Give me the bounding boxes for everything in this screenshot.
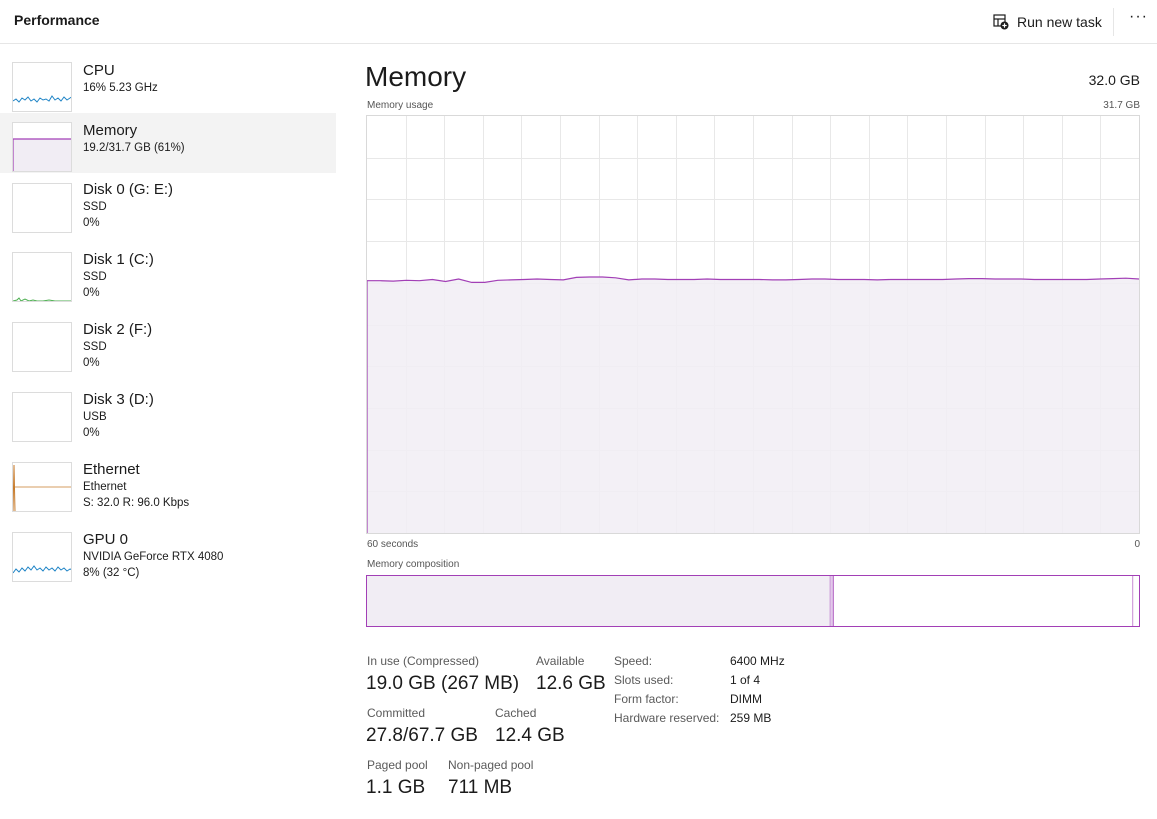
sidebar-item-name: CPU — [83, 62, 115, 79]
sidebar-item-detail: 8% (32 °C) — [83, 567, 140, 579]
cached-label: Cached — [495, 706, 537, 720]
time-axis-left: 60 seconds — [367, 539, 419, 550]
memory-thumbnail — [12, 122, 72, 172]
disk-2-thumbnail — [12, 322, 72, 372]
disk-3-thumbnail — [12, 392, 72, 442]
sidebar-item-detail: USB — [83, 411, 107, 423]
sidebar-item-name: Disk 1 (C:) — [83, 251, 154, 268]
header-divider — [1113, 8, 1114, 36]
memory-usage-chart — [366, 116, 1140, 533]
form-factor-label: Form factor: — [614, 692, 679, 706]
run-new-task-button[interactable]: Run new task — [993, 11, 1102, 33]
sidebar-item-cpu[interactable]: CPU 16% 5.23 GHz — [0, 53, 336, 113]
sidebar-item-detail: 0% — [83, 427, 100, 439]
sidebar-item-detail: 16% 5.23 GHz — [83, 82, 158, 94]
available-value: 12.6 GB — [536, 673, 606, 694]
slots-used-value: 1 of 4 — [730, 673, 761, 687]
header: Performance Run new task ··· — [0, 0, 1157, 44]
sidebar-item-disk-0[interactable]: Disk 0 (G: E:) SSD 0% — [0, 173, 336, 233]
cached-value: 12.4 GB — [495, 725, 565, 746]
page-title: Performance — [14, 12, 100, 28]
task-add-icon — [993, 14, 1009, 30]
sidebar-item-detail: SSD — [83, 341, 107, 353]
memory-composition-chart — [367, 576, 1134, 626]
sidebar-item-ethernet[interactable]: Ethernet Ethernet S: 32.0 R: 96.0 Kbps — [0, 453, 336, 513]
gpu-0-thumbnail — [12, 532, 72, 582]
sidebar-item-name: Disk 0 (G: E:) — [83, 181, 174, 198]
sidebar-item-detail: S: 32.0 R: 96.0 Kbps — [83, 497, 190, 509]
sidebar-item-detail: 19.2/31.7 GB (61%) — [83, 142, 185, 154]
disk-0-thumbnail — [12, 183, 72, 233]
memory-usage-label: Memory usage — [367, 100, 434, 111]
paged-pool-value: 1.1 GB — [366, 777, 426, 798]
paged-pool-label: Paged pool — [367, 758, 428, 772]
form-factor-value: DIMM — [730, 692, 762, 706]
sidebar-item-detail: 0% — [83, 287, 100, 299]
memory-usage-max: 31.7 GB — [1103, 100, 1140, 111]
memory-usage-graph — [366, 115, 1140, 534]
sidebar-item-disk-2[interactable]: Disk 2 (F:) SSD 0% — [0, 313, 336, 373]
in-use-value: 19.0 GB (267 MB) — [366, 673, 520, 694]
committed-value: 27.8/67.7 GB — [366, 725, 478, 746]
total-memory: 32.0 GB — [1088, 72, 1140, 88]
sidebar-item-name: GPU 0 — [83, 531, 129, 548]
sidebar-item-name: Memory — [83, 122, 138, 139]
composition-modified — [830, 576, 834, 626]
sidebar-item-detail: SSD — [83, 271, 107, 283]
composition-in-use — [367, 576, 831, 626]
disk-1-thumbnail — [12, 252, 72, 302]
non-paged-pool-label: Non-paged pool — [448, 758, 534, 772]
sidebar-item-name: Disk 3 (D:) — [83, 391, 154, 408]
hardware-reserved-value: 259 MB — [730, 711, 772, 725]
slots-used-label: Slots used: — [614, 673, 674, 687]
time-axis-right: 0 — [1134, 539, 1140, 550]
hardware-reserved-label: Hardware reserved: — [614, 711, 720, 725]
sidebar-item-detail: Ethernet — [83, 481, 127, 493]
run-new-task-label: Run new task — [1017, 14, 1102, 30]
speed-value: 6400 MHz — [730, 654, 785, 668]
sidebar-item-detail: 0% — [83, 217, 100, 229]
memory-usage-area — [367, 277, 1139, 533]
memory-composition-label: Memory composition — [367, 559, 460, 570]
in-use-label: In use (Compressed) — [367, 654, 480, 668]
sidebar-item-name: Ethernet — [83, 461, 140, 478]
sidebar-item-name: Disk 2 (F:) — [83, 321, 153, 338]
sidebar-item-disk-3[interactable]: Disk 3 (D:) USB 0% — [0, 383, 336, 443]
non-paged-pool-value: 711 MB — [448, 777, 513, 798]
speed-label: Speed: — [614, 654, 653, 668]
cpu-thumbnail — [12, 62, 72, 112]
memory-composition-bar — [366, 575, 1140, 627]
available-label: Available — [536, 654, 585, 668]
ethernet-thumbnail — [12, 462, 72, 512]
sidebar-item-detail: NVIDIA GeForce RTX 4080 — [83, 551, 224, 563]
sidebar-item-gpu-0[interactable]: GPU 0 NVIDIA GeForce RTX 4080 8% (32 °C) — [0, 523, 336, 583]
committed-label: Committed — [367, 706, 426, 720]
sidebar-item-detail: 0% — [83, 357, 100, 369]
more-icon[interactable]: ··· — [1129, 8, 1149, 30]
sidebar-item-memory[interactable]: Memory 19.2/31.7 GB (61%) — [0, 113, 336, 173]
sidebar-item-detail: SSD — [83, 201, 107, 213]
section-title: Memory — [365, 61, 467, 92]
sidebar-item-disk-1[interactable]: Disk 1 (C:) SSD 0% — [0, 243, 336, 303]
